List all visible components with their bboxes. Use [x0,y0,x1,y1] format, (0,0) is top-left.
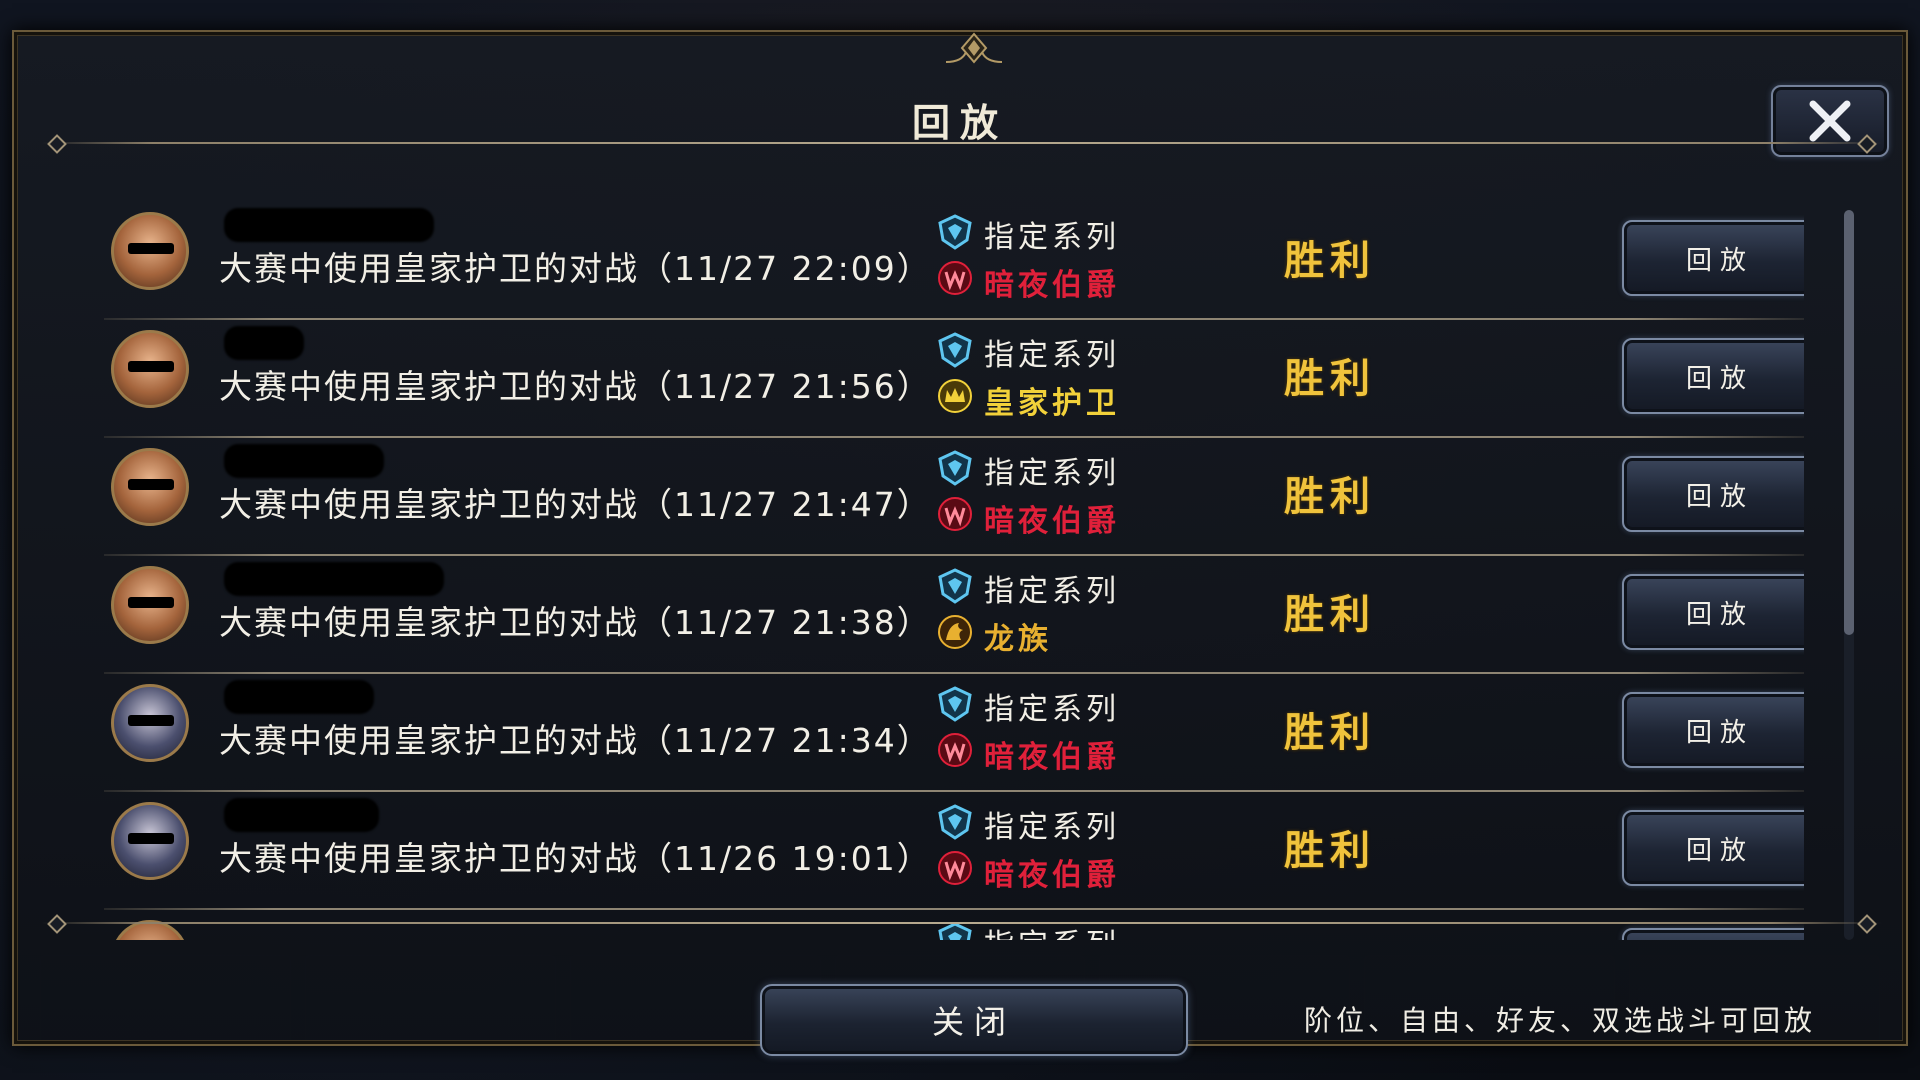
result-label: 胜利 [1284,356,1376,402]
replay-row: 大赛中使用皇家护卫的对战（11/27 21:47） 指定系列 暗夜伯爵 胜利 回… [104,438,1804,556]
avatar [111,448,189,526]
match-description: 大赛中使用皇家护卫的对战（11/26 19:01） [219,839,932,878]
close-button[interactable]: 关闭 [760,984,1188,1056]
result-label: 胜利 [1284,238,1376,284]
replay-row: 大赛中使用皇家护卫的对战（11/26 19:01） 指定系列 暗夜伯爵 胜利 回… [104,792,1804,910]
top-divider [42,142,1882,144]
redacted-player-name [224,562,444,596]
replay-row: 大赛中使用皇家护卫的对战（11/27 21:34） 指定系列 暗夜伯爵 胜利 回… [104,674,1804,792]
top-ornament-icon [945,32,1003,64]
replay-button[interactable]: 回放 [1622,456,1804,532]
close-icon [1809,100,1851,142]
class-label: 暗夜伯爵 [984,504,1120,539]
replay-dialog: 回放 大赛中使用皇家护卫的对战（11/27 22:09） 指定系列 暗夜伯爵 胜… [12,30,1908,1056]
series-label: 指定系列 [984,456,1120,491]
series-shield-icon [938,922,972,940]
scrollbar-thumb[interactable] [1844,210,1854,635]
avatar [111,566,189,644]
replay-button[interactable]: 回放 [1622,338,1804,414]
match-description: 大赛中使用皇家护卫的对战（11/27 21:47） [219,485,932,524]
result-label: 胜利 [1284,710,1376,756]
class-label: 暗夜伯爵 [984,858,1120,893]
class-label: 暗夜伯爵 [984,740,1120,775]
class-label: 皇家护卫 [984,386,1120,421]
match-description: 大赛中使用皇家护卫的对战（11/27 21:38） [219,603,932,642]
avatar [111,330,189,408]
series-label: 指定系列 [984,574,1120,609]
series-label: 指定系列 [984,692,1120,727]
series-shield-icon [938,332,972,368]
replay-row: 大赛中使用皇家护卫的对战（11/27 21:38） 指定系列 龙族 胜利 回放 [104,556,1804,674]
replay-button[interactable]: 回放 [1622,220,1804,296]
result-label: 胜利 [1284,828,1376,874]
redacted-player-name [224,208,434,242]
match-description: 大赛中使用皇家护卫的对战（11/27 21:56） [219,367,932,406]
replay-row: 大赛中使用皇家护卫的对战（11/27 22:09） 指定系列 暗夜伯爵 胜利 回… [104,202,1804,320]
replay-list[interactable]: 大赛中使用皇家护卫的对战（11/27 22:09） 指定系列 暗夜伯爵 胜利 回… [104,202,1804,940]
redacted-player-name [224,798,379,832]
replay-button[interactable] [1622,928,1804,940]
series-shield-icon [938,450,972,486]
series-shield-icon [938,804,972,840]
series-label: 指定系列 [984,220,1120,255]
series-label: 指定系列 [984,338,1120,373]
replay-row: 指定系列 [104,910,1804,940]
night-count-icon [938,851,972,885]
series-shield-icon [938,214,972,250]
series-label: 指定系列 [984,810,1120,845]
replay-availability-note: 阶位、自由、好友、双选战斗可回放 [1304,1004,1817,1037]
night-count-icon [938,733,972,767]
replay-row: 大赛中使用皇家护卫的对战（11/27 21:56） 指定系列 皇家护卫 胜利 回… [104,320,1804,438]
series-shield-icon [938,568,972,604]
redacted-player-name [224,680,374,714]
dialog-title: 回放 [911,101,1008,145]
redacted-player-name [224,326,304,360]
royal-guard-icon [938,379,972,413]
series-shield-icon [938,686,972,722]
bottom-divider [42,922,1882,924]
class-label: 龙族 [984,622,1052,657]
match-description: 大赛中使用皇家护卫的对战（11/27 22:09） [219,249,932,288]
match-description: 大赛中使用皇家护卫的对战（11/27 21:34） [219,721,932,760]
dragon-icon [938,615,972,649]
result-label: 胜利 [1284,474,1376,520]
avatar [111,212,189,290]
redacted-player-name [224,444,384,478]
night-count-icon [938,497,972,531]
replay-button[interactable]: 回放 [1622,810,1804,886]
avatar [111,802,189,880]
replay-button[interactable]: 回放 [1622,574,1804,650]
list-scrollbar[interactable] [1844,210,1854,940]
avatar [111,684,189,762]
replay-button[interactable]: 回放 [1622,692,1804,768]
night-count-icon [938,261,972,295]
class-label: 暗夜伯爵 [984,268,1120,303]
result-label: 胜利 [1284,592,1376,638]
